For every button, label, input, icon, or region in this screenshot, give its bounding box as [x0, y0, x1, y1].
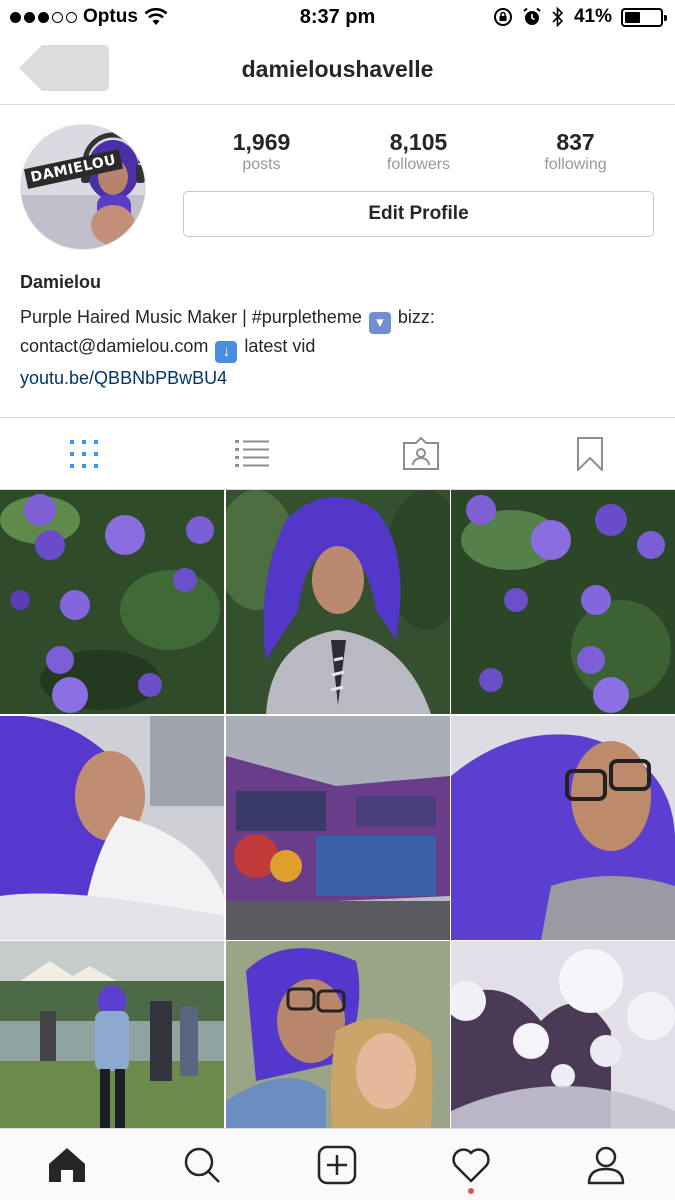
- avatar[interactable]: DAMIELOU: [20, 124, 146, 250]
- avatar-photo: [21, 125, 145, 249]
- profile-display-name: Damielou: [20, 272, 102, 292]
- profile-tab[interactable]: [581, 1141, 631, 1189]
- battery-percent: 41%: [573, 6, 612, 27]
- down-arrow-emoji-icon: ↓: [215, 341, 238, 363]
- grid-photo[interactable]: [0, 716, 224, 940]
- instagram-profile-screen: Optus 8:37 pm 41% damieloushavelle DAMIE…: [0, 0, 675, 1200]
- following-label: following: [544, 156, 607, 173]
- bio-text: bizz:: [397, 307, 435, 327]
- following-count: 837: [556, 129, 595, 155]
- alarm-icon: [523, 7, 541, 25]
- tab-grid[interactable]: [0, 418, 168, 490]
- battery-icon: [621, 7, 667, 27]
- tagged-icon: [403, 437, 439, 470]
- grid-photo[interactable]: [226, 490, 450, 714]
- bio-website-link[interactable]: youtu.be/QBBNbPBwBU4: [20, 368, 227, 389]
- grid-photo[interactable]: [0, 490, 224, 714]
- profile-username-title: damieloushavelle: [241, 56, 434, 82]
- grid-photo[interactable]: [451, 490, 675, 714]
- add-post-tab[interactable]: [312, 1141, 362, 1189]
- posts-stat[interactable]: 1,969 posts: [183, 128, 340, 174]
- followers-stat[interactable]: 8,105 followers: [340, 128, 497, 174]
- profile-stats: 1,969 posts 8,105 followers 837 followin…: [183, 128, 654, 174]
- bio-text: latest vid: [244, 336, 316, 356]
- profile-view-tabs: [0, 417, 675, 490]
- heart-icon: [452, 1148, 490, 1183]
- list-icon: [235, 440, 269, 467]
- activity-notification-dot: [468, 1188, 474, 1194]
- edit-profile-button[interactable]: Edit Profile: [183, 191, 654, 237]
- posts-count: 1,969: [232, 129, 291, 155]
- followers-label: followers: [386, 156, 451, 173]
- profile-icon: [587, 1146, 625, 1185]
- activity-tab[interactable]: [446, 1141, 496, 1189]
- bio-line-1: Purple Haired Music Maker | #purpletheme…: [20, 307, 435, 334]
- tab-list[interactable]: [168, 418, 336, 490]
- tab-saved[interactable]: [506, 418, 674, 490]
- tab-tagged[interactable]: [337, 418, 505, 490]
- posts-label: posts: [242, 156, 281, 173]
- bookmark-icon: [577, 437, 603, 471]
- bio-text: Purple Haired Music Maker | #purpletheme: [20, 307, 362, 327]
- search-icon: [184, 1147, 220, 1183]
- grid-photo[interactable]: [451, 716, 675, 940]
- necktie-emoji-icon: ▾: [368, 312, 391, 334]
- followers-count: 8,105: [389, 129, 448, 155]
- home-tab[interactable]: [42, 1141, 92, 1189]
- bio-line-2: contact@damielou.com ↓ latest vid: [20, 336, 315, 363]
- home-icon: [49, 1148, 85, 1182]
- add-post-icon: [317, 1145, 357, 1185]
- status-bar: Optus 8:37 pm 41%: [0, 0, 675, 36]
- status-right: 41%: [493, 6, 667, 28]
- bottom-tab-bar: [0, 1128, 675, 1200]
- following-stat[interactable]: 837 following: [497, 128, 654, 174]
- bio-email: contact@damielou.com: [20, 336, 209, 356]
- grid-icon: [70, 440, 98, 468]
- rotation-lock-icon: [493, 8, 512, 26]
- bluetooth-icon: [552, 6, 564, 28]
- grid-photo[interactable]: [226, 716, 450, 940]
- navigation-bar: damieloushavelle: [0, 36, 675, 105]
- search-tab[interactable]: [177, 1141, 227, 1189]
